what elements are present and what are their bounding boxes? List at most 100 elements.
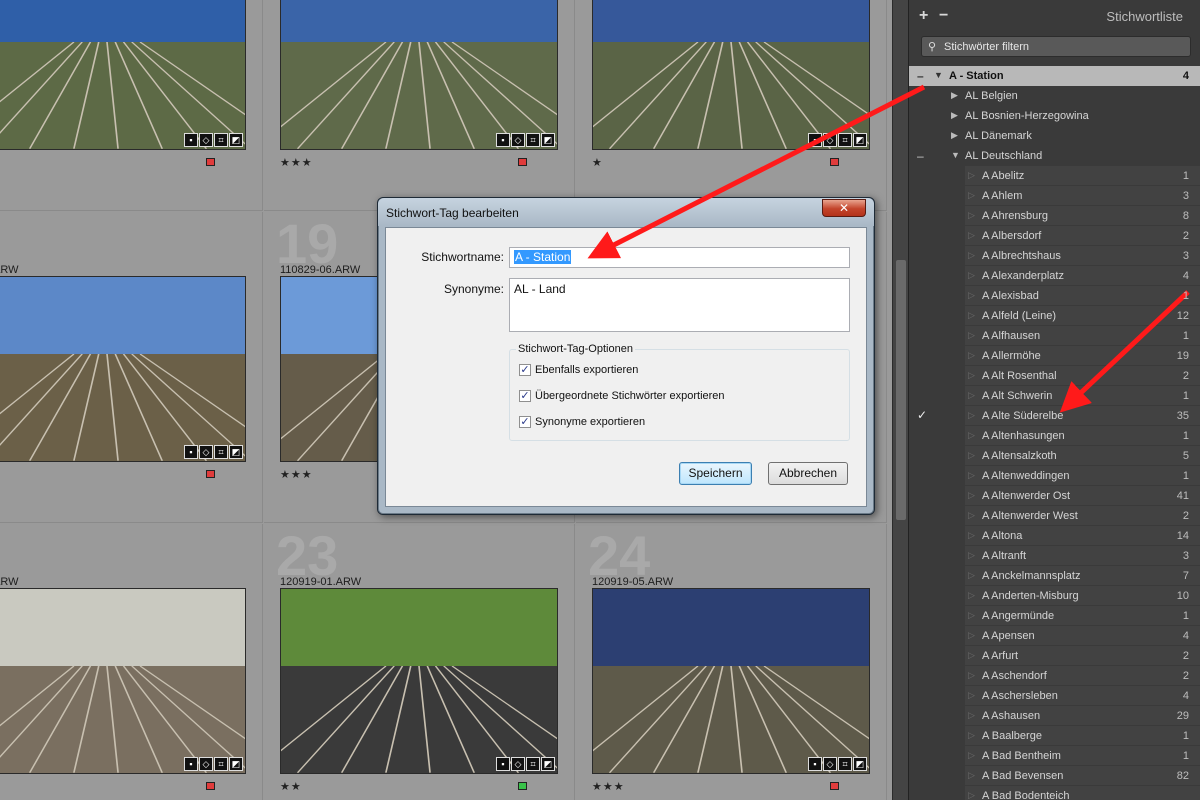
remove-keyword-button[interactable]: −: [939, 7, 948, 25]
collapse-icon[interactable]: –: [917, 69, 924, 83]
keyword-row[interactable]: ▷ A Altenweddingen 1: [909, 466, 1200, 486]
keyword-row[interactable]: ▷ A Alexanderplatz 4: [909, 266, 1200, 286]
tag-arrow-icon[interactable]: ▷: [968, 770, 975, 781]
disclosure-triangle-icon[interactable]: ▼: [934, 70, 943, 80]
keyword-row[interactable]: ▶ AL Bosnien-Herzegowina: [909, 106, 1200, 126]
keyword-row[interactable]: ▷ A Altranft 3: [909, 546, 1200, 566]
photo-thumbnail[interactable]: ▪◇⌗◩: [592, 0, 870, 150]
comment-badge-icon[interactable]: ▪: [496, 757, 510, 771]
grid-cell[interactable]: ▪ ◇ ⌗ ◩ ★★★: [264, 0, 575, 211]
grid-cell[interactable]: 89-01.ARW▪◇⌗◩: [0, 212, 263, 523]
keyword-badge-icon[interactable]: ◇: [199, 757, 213, 771]
photo-thumbnail[interactable]: ▪◇⌗◩: [0, 0, 246, 150]
keyword-row[interactable]: ▷ A Bad Bodenteich: [909, 786, 1200, 800]
keyword-row[interactable]: – ▼ A - Station 4: [909, 66, 1200, 86]
keyword-row[interactable]: ▷ A Ashausen 29: [909, 706, 1200, 726]
tag-arrow-icon[interactable]: ▷: [968, 710, 975, 721]
tag-arrow-icon[interactable]: ▷: [968, 190, 975, 201]
tag-arrow-icon[interactable]: ▷: [968, 690, 975, 701]
crop-badge-icon[interactable]: ⌗: [214, 133, 228, 147]
keyword-row[interactable]: ▷ A Arfurt 2: [909, 646, 1200, 666]
keyword-filter[interactable]: ⚲: [921, 36, 1191, 57]
grid-cell[interactable]: ▪◇⌗◩★: [576, 0, 887, 211]
option-export[interactable]: ✓ Ebenfalls exportieren: [519, 364, 638, 376]
keyword-row[interactable]: ✓ ▷ A Alte Süderelbe 35: [909, 406, 1200, 426]
grid-cell[interactable]: 23 120919-01.ARW ▪ ◇ ⌗ ◩ ★★: [264, 524, 575, 800]
develop-badge-icon[interactable]: ◩: [229, 133, 243, 147]
comment-badge-icon[interactable]: ▪: [496, 133, 510, 147]
keyword-row[interactable]: ▷ A Ahrensburg 8: [909, 206, 1200, 226]
keyword-filter-input[interactable]: [944, 39, 1184, 55]
keyword-row[interactable]: ▷ A Albrechtshaus 3: [909, 246, 1200, 266]
comment-badge-icon[interactable]: ▪: [184, 133, 198, 147]
crop-badge-icon[interactable]: ⌗: [214, 445, 228, 459]
panel-title[interactable]: Stichwortliste: [1106, 9, 1183, 24]
crop-badge-icon[interactable]: ⌗: [526, 133, 540, 147]
tag-arrow-icon[interactable]: ▷: [968, 230, 975, 241]
grid-scrollbar-thumb[interactable]: [896, 260, 906, 520]
tag-arrow-icon[interactable]: ▷: [968, 430, 975, 441]
keyword-row[interactable]: ▷ A Anderten-Misburg 10: [909, 586, 1200, 606]
color-label[interactable]: [830, 158, 839, 166]
comment-badge-icon[interactable]: ▪: [808, 133, 822, 147]
keyword-row[interactable]: ▷ A Altenwerder Ost 41: [909, 486, 1200, 506]
close-button[interactable]: ✕: [822, 199, 866, 217]
keyword-row[interactable]: ▷ A Bad Bentheim 1: [909, 746, 1200, 766]
crop-badge-icon[interactable]: ⌗: [526, 757, 540, 771]
tag-arrow-icon[interactable]: ▷: [968, 210, 975, 221]
keyword-row[interactable]: ▶ AL Dänemark: [909, 126, 1200, 146]
tag-arrow-icon[interactable]: ▷: [968, 250, 975, 261]
photo-thumbnail[interactable]: ▪◇⌗◩: [0, 588, 246, 774]
cancel-button[interactable]: Abbrechen: [768, 462, 848, 485]
tag-arrow-icon[interactable]: ▷: [968, 310, 975, 321]
keyword-row[interactable]: ▷ A Alexisbad 1: [909, 286, 1200, 306]
comment-badge-icon[interactable]: ▪: [184, 757, 198, 771]
comment-badge-icon[interactable]: ▪: [184, 445, 198, 459]
color-label[interactable]: [518, 158, 527, 166]
crop-badge-icon[interactable]: ⌗: [214, 757, 228, 771]
tag-arrow-icon[interactable]: ▷: [968, 390, 975, 401]
keyword-row[interactable]: ▷ A Aschersleben 4: [909, 686, 1200, 706]
disclosure-triangle-icon[interactable]: ▶: [951, 90, 958, 101]
tag-arrow-icon[interactable]: ▷: [968, 330, 975, 341]
rating-stars[interactable]: ★★: [280, 780, 302, 793]
save-button[interactable]: Speichern: [679, 462, 752, 485]
keyword-badge-icon[interactable]: ◇: [511, 133, 525, 147]
tag-arrow-icon[interactable]: ▷: [968, 350, 975, 361]
keyword-row[interactable]: ▷ A Alfhausen 1: [909, 326, 1200, 346]
tag-arrow-icon[interactable]: ▷: [968, 590, 975, 601]
color-label[interactable]: [518, 782, 527, 790]
keyword-row[interactable]: ▷ A Abelitz 1: [909, 166, 1200, 186]
option-export-parents[interactable]: ✓ Übergeordnete Stichwörter exportieren: [519, 390, 725, 402]
option-export-parents-checkbox[interactable]: ✓: [519, 390, 531, 402]
tag-arrow-icon[interactable]: ▷: [968, 510, 975, 521]
keyword-row[interactable]: ▷ A Anckelmannsplatz 7: [909, 566, 1200, 586]
option-export-synonyms-checkbox[interactable]: ✓: [519, 416, 531, 428]
dialog-titlebar[interactable]: Stichwort-Tag bearbeiten ✕: [378, 198, 874, 226]
color-label[interactable]: [206, 470, 215, 478]
develop-badge-icon[interactable]: ◩: [541, 133, 555, 147]
tag-arrow-icon[interactable]: ▷: [968, 470, 975, 481]
crop-badge-icon[interactable]: ⌗: [838, 133, 852, 147]
disclosure-triangle-icon[interactable]: ▶: [951, 130, 958, 141]
grid-cell[interactable]: ▪◇⌗◩★: [0, 0, 263, 211]
rating-stars[interactable]: ★★★: [280, 468, 313, 481]
develop-badge-icon[interactable]: ◩: [229, 445, 243, 459]
develop-badge-icon[interactable]: ◩: [853, 757, 867, 771]
keyword-row[interactable]: ▷ A Altona 14: [909, 526, 1200, 546]
tag-arrow-icon[interactable]: ▷: [968, 790, 975, 800]
keyword-badge-icon[interactable]: ◇: [199, 133, 213, 147]
rating-stars[interactable]: ★★★: [592, 780, 625, 793]
synonyms-input[interactable]: AL - Land: [509, 278, 850, 332]
checkmark-icon[interactable]: ✓: [917, 408, 927, 422]
develop-badge-icon[interactable]: ◩: [541, 757, 555, 771]
color-label[interactable]: [830, 782, 839, 790]
color-label[interactable]: [206, 158, 215, 166]
tag-arrow-icon[interactable]: ▷: [968, 570, 975, 581]
keyword-row[interactable]: ▷ A Apensen 4: [909, 626, 1200, 646]
keyword-row[interactable]: ▷ A Ahlem 3: [909, 186, 1200, 206]
keyword-row[interactable]: ▷ A Angermünde 1: [909, 606, 1200, 626]
option-export-checkbox[interactable]: ✓: [519, 364, 531, 376]
develop-badge-icon[interactable]: ◩: [229, 757, 243, 771]
tag-arrow-icon[interactable]: ▷: [968, 730, 975, 741]
